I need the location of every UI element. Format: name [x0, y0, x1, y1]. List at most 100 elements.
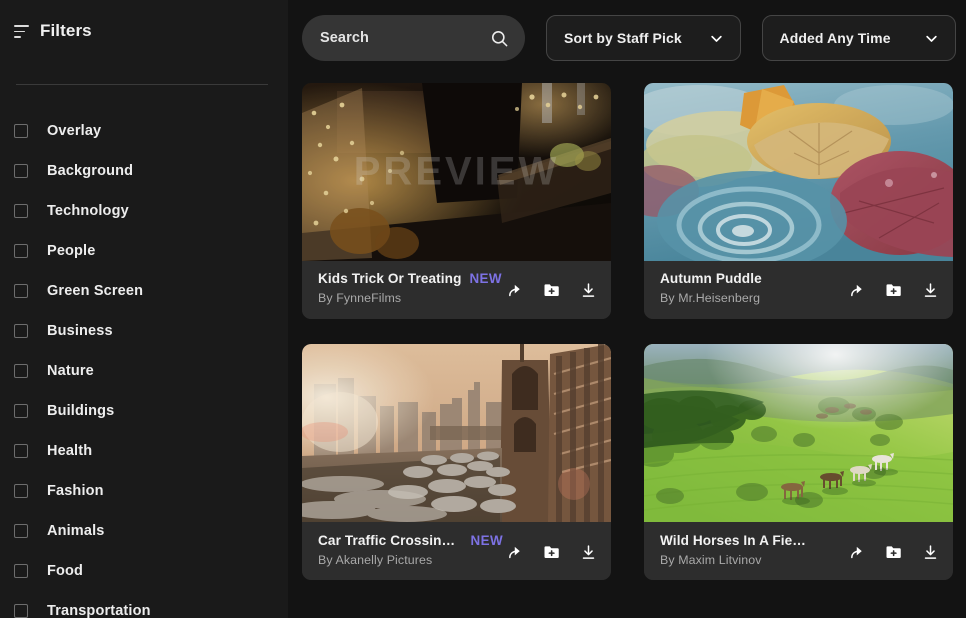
filters-header: Filters	[0, 18, 288, 44]
checkbox-people[interactable]	[14, 244, 28, 258]
checkbox-health[interactable]	[14, 444, 28, 458]
checkbox-fashion[interactable]	[14, 484, 28, 498]
video-card-actions	[849, 270, 939, 299]
video-title-row: Car Traffic Crossing A … NEW	[318, 533, 503, 548]
video-thumbnail[interactable]	[302, 344, 611, 522]
video-card-info: Car Traffic Crossing A … NEW By Akanelly…	[302, 522, 611, 580]
chevron-down-icon[interactable]	[924, 31, 939, 46]
search-box[interactable]	[302, 15, 525, 61]
video-card[interactable]: PREVIEW Kids Trick Or Treating NEW By Fy…	[302, 83, 611, 319]
toolbar: Sort by Staff Pick Added Any Time	[302, 14, 956, 62]
checkbox-nature[interactable]	[14, 364, 28, 378]
checkbox-business[interactable]	[14, 324, 28, 338]
video-title: Autumn Puddle	[660, 271, 762, 286]
filter-label: Background	[47, 163, 134, 179]
filter-label: Overlay	[47, 123, 102, 139]
filter-item-health[interactable]: Health	[14, 431, 288, 471]
app-root: Filters Overlay Background Technology Pe…	[0, 0, 966, 618]
checkbox-technology[interactable]	[14, 204, 28, 218]
checkbox-food[interactable]	[14, 564, 28, 578]
checkbox-buildings[interactable]	[14, 404, 28, 418]
sort-dropdown-label: Sort by Staff Pick	[564, 30, 682, 46]
filter-icon	[14, 25, 29, 38]
share-icon[interactable]	[507, 282, 524, 299]
video-card[interactable]: Wild Horses In A Field At Sun… By Maxim …	[644, 344, 953, 580]
video-grid: PREVIEW Kids Trick Or Treating NEW By Fy…	[302, 83, 956, 580]
video-thumbnail[interactable]	[644, 83, 953, 261]
filter-list: Overlay Background Technology People Gre…	[0, 111, 288, 618]
video-card-actions	[849, 532, 939, 561]
video-meta: Wild Horses In A Field At Sun… By Maxim …	[660, 532, 816, 567]
chevron-down-icon[interactable]	[709, 31, 724, 46]
checkbox-overlay[interactable]	[14, 124, 28, 138]
video-title: Car Traffic Crossing A …	[318, 533, 463, 548]
thumbnail-image-autumn-puddle	[644, 83, 953, 261]
video-meta: Autumn Puddle By Mr.Heisenberg	[660, 270, 770, 305]
add-to-folder-icon[interactable]	[543, 543, 561, 561]
video-title-row: Wild Horses In A Field At Sun…	[660, 533, 816, 548]
download-icon[interactable]	[922, 544, 939, 561]
filter-label: Fashion	[47, 483, 104, 499]
filter-item-people[interactable]: People	[14, 231, 288, 271]
video-meta: Car Traffic Crossing A … NEW By Akanelly…	[318, 532, 503, 567]
filter-label: Animals	[47, 523, 105, 539]
download-icon[interactable]	[580, 282, 597, 299]
video-card-info: Wild Horses In A Field At Sun… By Maxim …	[644, 522, 953, 580]
video-title: Kids Trick Or Treating	[318, 271, 462, 286]
search-input[interactable]	[320, 30, 490, 46]
video-thumbnail[interactable]: PREVIEW	[302, 83, 611, 261]
add-to-folder-icon[interactable]	[885, 281, 903, 299]
video-card-info: Autumn Puddle By Mr.Heisenberg	[644, 261, 953, 319]
video-card-actions	[507, 270, 597, 299]
filter-item-transportation[interactable]: Transportation	[14, 591, 288, 618]
video-card[interactable]: Car Traffic Crossing A … NEW By Akanelly…	[302, 344, 611, 580]
download-icon[interactable]	[580, 544, 597, 561]
sort-dropdown[interactable]: Sort by Staff Pick	[546, 15, 741, 61]
filter-label: Buildings	[47, 403, 115, 419]
filter-label: Green Screen	[47, 283, 144, 299]
checkbox-green-screen[interactable]	[14, 284, 28, 298]
thumbnail-image-wild-horses-field	[644, 344, 953, 522]
new-badge: NEW	[469, 271, 502, 286]
checkbox-background[interactable]	[14, 164, 28, 178]
filter-item-business[interactable]: Business	[14, 311, 288, 351]
video-author: By Mr.Heisenberg	[660, 291, 761, 305]
checkbox-transportation[interactable]	[14, 604, 28, 618]
add-to-folder-icon[interactable]	[543, 281, 561, 299]
video-author: By FynneFilms	[318, 291, 402, 305]
share-icon[interactable]	[507, 544, 524, 561]
video-meta: Kids Trick Or Treating NEW By FynneFilms	[318, 270, 502, 305]
filter-label: Food	[47, 563, 84, 579]
filter-item-animals[interactable]: Animals	[14, 511, 288, 551]
date-filter-dropdown[interactable]: Added Any Time	[761, 15, 956, 61]
thumbnail-image-car-traffic-bridge	[302, 344, 611, 522]
filter-label: People	[47, 243, 96, 259]
share-icon[interactable]	[849, 544, 866, 561]
new-badge: NEW	[470, 533, 503, 548]
video-card[interactable]: Autumn Puddle By Mr.Heisenberg	[644, 83, 953, 319]
checkbox-animals[interactable]	[14, 524, 28, 538]
filter-item-background[interactable]: Background	[14, 151, 288, 191]
thumbnail-image-halloween-porch	[302, 83, 611, 261]
filter-item-green-screen[interactable]: Green Screen	[14, 271, 288, 311]
filter-item-food[interactable]: Food	[14, 551, 288, 591]
filter-item-technology[interactable]: Technology	[14, 191, 288, 231]
video-card-actions	[507, 532, 597, 561]
main-content: Sort by Staff Pick Added Any Time	[288, 0, 966, 618]
filter-item-fashion[interactable]: Fashion	[14, 471, 288, 511]
video-author: By Akanelly Pictures	[318, 553, 433, 567]
sidebar-divider	[16, 84, 268, 85]
download-icon[interactable]	[922, 282, 939, 299]
video-title: Wild Horses In A Field At Sun…	[660, 533, 808, 548]
filter-label: Technology	[47, 203, 129, 219]
share-icon[interactable]	[849, 282, 866, 299]
add-to-folder-icon[interactable]	[885, 543, 903, 561]
filter-item-buildings[interactable]: Buildings	[14, 391, 288, 431]
filter-label: Health	[47, 443, 93, 459]
filter-label: Transportation	[47, 603, 151, 618]
filter-item-overlay[interactable]: Overlay	[14, 111, 288, 151]
search-icon[interactable]	[490, 29, 509, 48]
filter-item-nature[interactable]: Nature	[14, 351, 288, 391]
video-thumbnail[interactable]	[644, 344, 953, 522]
filter-label: Business	[47, 323, 113, 339]
